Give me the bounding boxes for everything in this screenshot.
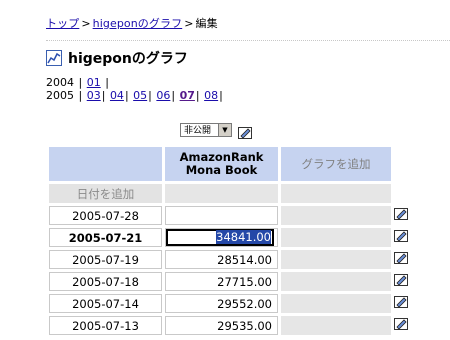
month-link-2005-03[interactable]: 03 [87, 89, 101, 102]
month-link-2005-06[interactable]: 06 [156, 89, 170, 102]
month-link-2005-07-current[interactable]: 07 [180, 89, 195, 102]
date-cell[interactable]: 2005-07-13 [49, 316, 162, 335]
divider [46, 40, 450, 41]
empty-cell [281, 250, 391, 269]
year-label: 2004 [46, 76, 74, 89]
value-cell[interactable] [165, 206, 278, 225]
table-row: 2005-07-28 [49, 206, 410, 225]
empty-cell [281, 272, 391, 291]
empty-cell [281, 228, 391, 247]
edit-pencil-icon[interactable] [394, 252, 408, 264]
breadcrumb-home-link[interactable]: トップ [46, 17, 79, 30]
column-header-amazonrank[interactable]: AmazonRank Mona Book [165, 147, 278, 181]
month-link-2005-05[interactable]: 05 [133, 89, 147, 102]
value-selected-text: 34841.00 [216, 230, 271, 244]
visibility-control: 非公開 ▼ [180, 123, 252, 139]
breadcrumb-graph-link[interactable]: higeponのグラフ [93, 17, 183, 30]
table-row: 2005-07-19 28514.00 [49, 250, 410, 269]
month-link-2005-08[interactable]: 08 [204, 89, 218, 102]
value-cell-editing[interactable]: 34841.00 [165, 228, 278, 247]
date-cell[interactable]: 2005-07-18 [49, 272, 162, 291]
add-date-button[interactable]: 日付を追加 [49, 184, 162, 203]
year-label: 2005 [46, 89, 74, 102]
table-row: 2005-07-14 29552.00 [49, 294, 410, 313]
page-title: higeponのグラフ [68, 51, 188, 67]
empty-cell [165, 184, 278, 203]
add-date-row: 日付を追加 [49, 184, 410, 203]
month-navigation: 2004 | 01 | 2005 | 03| 04| 05| 06| 07| 0… [46, 76, 224, 102]
edit-pencil-icon[interactable] [394, 274, 408, 286]
visibility-select[interactable]: 非公開 ▼ [180, 123, 232, 137]
table-row: 2005-07-18 27715.00 [49, 272, 410, 291]
year-row-2005: 2005 | 03| 04| 05| 06| 07| 08| [46, 89, 223, 102]
header-row: AmazonRank Mona Book グラフを追加 [49, 147, 410, 181]
table-row-selected: 2005-07-21 34841.00 [49, 228, 410, 247]
value-cell[interactable]: 28514.00 [165, 250, 278, 269]
empty-cell [281, 316, 391, 335]
year-row-2004: 2004 | 01 | [46, 76, 109, 89]
empty-cell [281, 206, 391, 225]
empty-cell [281, 294, 391, 313]
breadcrumb-current: 編集 [195, 17, 218, 30]
value-cell[interactable]: 29552.00 [165, 294, 278, 313]
month-link-2005-04[interactable]: 04 [110, 89, 124, 102]
date-cell[interactable]: 2005-07-14 [49, 294, 162, 313]
month-link-2004-01[interactable]: 01 [87, 76, 101, 89]
chevron-down-icon[interactable]: ▼ [218, 124, 231, 136]
empty-cell [281, 184, 391, 203]
add-graph-button[interactable]: グラフを追加 [281, 147, 391, 181]
date-cell[interactable]: 2005-07-19 [49, 250, 162, 269]
visibility-value: 非公開 [184, 126, 212, 136]
breadcrumb-separator: > [81, 17, 91, 30]
value-cell[interactable]: 27715.00 [165, 272, 278, 291]
edit-pencil-icon[interactable] [394, 296, 408, 308]
header-empty [49, 147, 162, 181]
breadcrumb-separator: > [184, 17, 194, 30]
breadcrumb: トップ > higeponのグラフ > 編集 [46, 15, 218, 31]
edit-pencil-icon[interactable] [394, 318, 408, 330]
edit-pencil-icon[interactable] [394, 230, 408, 242]
edit-pencil-icon[interactable] [394, 208, 408, 220]
table-row: 2005-07-13 29535.00 [49, 316, 410, 335]
title-row: higeponのグラフ [46, 48, 188, 68]
value-cell[interactable]: 29535.00 [165, 316, 278, 335]
date-cell[interactable]: 2005-07-28 [49, 206, 162, 225]
date-cell[interactable]: 2005-07-21 [49, 228, 162, 247]
data-grid: AmazonRank Mona Book グラフを追加 日付を追加 2005-0… [46, 144, 413, 338]
graph-icon [46, 50, 62, 66]
edit-pencil-icon[interactable] [238, 124, 252, 139]
value-input[interactable]: 34841.00 [166, 229, 274, 246]
